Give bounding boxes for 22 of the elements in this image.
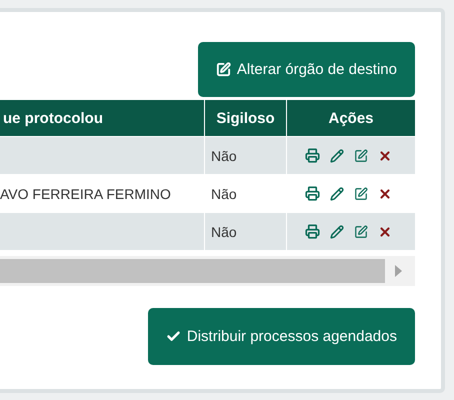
edit-icon[interactable] — [354, 186, 368, 200]
change-destination-button[interactable]: Alterar órgão de destino — [198, 42, 415, 97]
edit-icon[interactable] — [354, 148, 368, 162]
column-header: ue protocolou — [0, 100, 205, 136]
check-icon — [166, 329, 181, 344]
printer-icon[interactable] — [305, 186, 320, 201]
edit-icon[interactable] — [354, 224, 368, 238]
delete-icon[interactable] — [378, 186, 392, 200]
table-cell: Não — [205, 212, 287, 250]
delete-icon[interactable] — [378, 148, 392, 162]
column-header: Ações — [287, 100, 415, 136]
pencil-icon[interactable] — [330, 186, 344, 200]
printer-icon[interactable] — [305, 224, 320, 239]
distribute-button[interactable]: Distribuir processos agendados — [148, 308, 415, 365]
edit-icon — [216, 62, 231, 77]
horizontal-scrollbar[interactable] — [0, 256, 415, 286]
table-cell: Não — [205, 136, 287, 174]
column-header: Sigiloso — [205, 100, 287, 136]
pencil-icon[interactable] — [330, 224, 344, 238]
delete-icon[interactable] — [378, 224, 392, 238]
printer-icon[interactable] — [305, 148, 320, 163]
pencil-icon[interactable] — [330, 148, 344, 162]
